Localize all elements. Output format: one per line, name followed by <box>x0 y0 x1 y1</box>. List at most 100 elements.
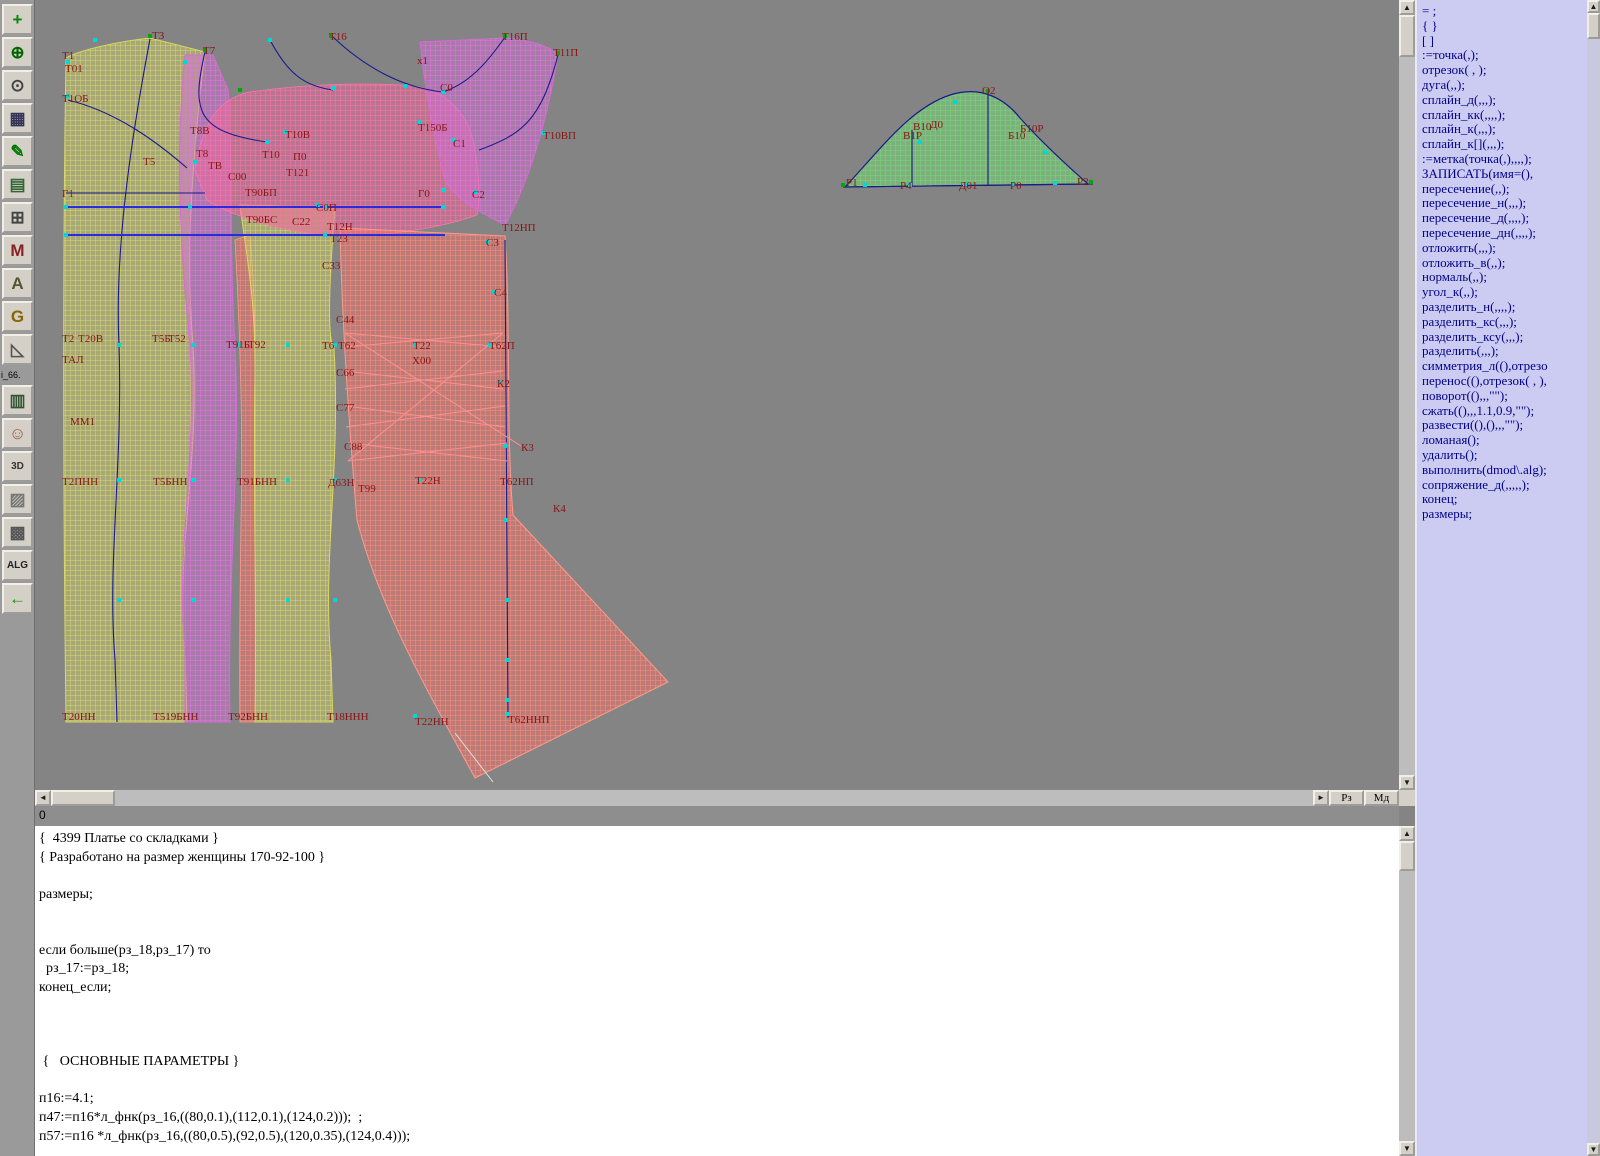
panel-vscroll-thumb[interactable] <box>1587 13 1600 39</box>
rz-mode-button[interactable]: Рз <box>1329 790 1364 806</box>
point-label[interactable]: Т23 <box>330 233 348 245</box>
point-label[interactable]: Т90БП <box>245 187 277 199</box>
point-label[interactable]: Д01 <box>959 180 978 192</box>
point-label[interactable]: Т62 <box>338 340 356 352</box>
command-item[interactable]: :=метка(точка(,),,,,); <box>1422 152 1587 167</box>
point-label[interactable]: К2 <box>497 378 510 390</box>
point-label[interactable]: Р2 <box>1077 176 1089 188</box>
algorithm-editor[interactable]: { 4399 Платье со складками }{ Разработан… <box>35 826 1399 1156</box>
point-label[interactable]: Т8В <box>190 125 210 137</box>
command-item[interactable]: пересечение_д(,,,,); <box>1422 211 1587 226</box>
editor-vscrollbar[interactable]: ▲ ▼ <box>1399 826 1415 1156</box>
point-label[interactable]: Т62НП <box>500 476 534 488</box>
point-label[interactable]: Т12Н <box>327 221 353 233</box>
point-label[interactable]: Т10ВП <box>543 130 576 142</box>
point-label[interactable]: С77 <box>336 402 354 414</box>
point-label[interactable]: Т1ОБ <box>62 93 88 105</box>
point-label[interactable]: Т92БНН <box>228 711 268 723</box>
editor-vscroll-track[interactable] <box>1399 871 1415 1141</box>
point-label[interactable]: Г0 <box>418 188 430 200</box>
command-item[interactable]: развести((),(),,,""); <box>1422 418 1587 433</box>
canvas-hscrollbar[interactable]: ◄ ► Рз Мд <box>35 790 1399 806</box>
pattern-sleeve-cap-piece[interactable] <box>845 92 1088 187</box>
point-label[interactable]: ТВ <box>208 160 222 172</box>
command-item[interactable]: выполнить(dmod\.alg); <box>1422 463 1587 478</box>
point-label[interactable]: Т16П <box>502 31 528 43</box>
command-item[interactable]: ломаная(); <box>1422 433 1587 448</box>
command-item[interactable]: ЗАПИСАТЬ(имя=(), <box>1422 167 1587 182</box>
canvas-hscroll-track[interactable] <box>115 790 1313 806</box>
point-label[interactable]: С3 <box>486 237 499 249</box>
point-label[interactable]: Т90БС <box>246 214 277 226</box>
portrait-icon[interactable]: ☺ <box>2 418 33 449</box>
command-item[interactable]: перенос((),отрезок( , ), <box>1422 374 1587 389</box>
point-label[interactable]: Т12НП <box>502 222 536 234</box>
command-item[interactable]: сжать((),,,1.1,0.9,""); <box>1422 404 1587 419</box>
command-item[interactable]: разделить(,,,); <box>1422 344 1587 359</box>
command-item[interactable]: конец; <box>1422 492 1587 507</box>
command-item[interactable]: разделить_ксу(,,,); <box>1422 330 1587 345</box>
point-label[interactable]: ММ1 <box>70 416 95 428</box>
command-item[interactable]: удалить(); <box>1422 448 1587 463</box>
command-item[interactable]: пересечение(,,); <box>1422 182 1587 197</box>
point-label[interactable]: Т150Б <box>418 122 448 134</box>
point-label[interactable]: Т22 <box>413 340 431 352</box>
panel-vscrollbar[interactable]: ▲ ▼ <box>1587 0 1600 1156</box>
command-item[interactable]: разделить_кс(,,,); <box>1422 315 1587 330</box>
command-item[interactable]: отложить_в(,,); <box>1422 256 1587 271</box>
point-label[interactable]: Т5БНН <box>153 476 187 488</box>
point-label[interactable]: Т20В <box>78 333 103 345</box>
point-label[interactable]: Д0 <box>930 119 943 131</box>
notes-icon[interactable]: ▤ <box>2 169 33 200</box>
pattern-canvas[interactable] <box>35 0 1399 790</box>
editor-vscroll-thumb[interactable] <box>1399 841 1415 871</box>
point-label[interactable]: С66 <box>336 367 354 379</box>
zoom-out-icon[interactable]: ⊙ <box>2 70 33 101</box>
grid-icon[interactable]: ▦ <box>2 103 33 134</box>
point-label[interactable]: Т7 <box>203 45 215 57</box>
command-item[interactable]: дуга(,,); <box>1422 78 1587 93</box>
command-item[interactable]: [ ] <box>1422 34 1587 49</box>
point-label[interactable]: П0 <box>293 151 306 163</box>
point-label[interactable]: О2 <box>982 85 995 97</box>
command-item[interactable]: угол_к(,,); <box>1422 285 1587 300</box>
point-label[interactable]: Т519БНН <box>153 711 198 723</box>
command-item[interactable]: поворот((),,,""); <box>1422 389 1587 404</box>
pattern-skirt-piece[interactable] <box>340 228 668 778</box>
command-item[interactable]: сплайн_к[](,,,); <box>1422 137 1587 152</box>
table-icon[interactable]: ▥ <box>2 385 33 416</box>
point-label[interactable]: Т2 <box>62 333 74 345</box>
point-label[interactable]: Т1 <box>62 50 74 62</box>
point-label[interactable]: Т8 <box>196 148 208 160</box>
point-label[interactable]: В1Р <box>903 130 922 142</box>
point-label[interactable]: С00 <box>228 171 246 183</box>
fabric-dark-icon[interactable]: ▩ <box>2 517 33 548</box>
point-label[interactable]: Т01 <box>65 63 83 75</box>
command-item[interactable]: = ; <box>1422 4 1587 19</box>
fabric-light-icon[interactable]: ▨ <box>2 484 33 515</box>
zoom-in-icon[interactable]: ⊕ <box>2 37 33 68</box>
command-item[interactable]: размеры; <box>1422 507 1587 522</box>
point-label[interactable]: Т2ПНН <box>62 476 98 488</box>
point-label[interactable]: Т62П <box>489 340 515 352</box>
point-label[interactable]: Т91БНН <box>237 476 277 488</box>
point-label[interactable]: Р0 <box>1010 180 1022 192</box>
md-mode-button[interactable]: Мд <box>1364 790 1399 806</box>
mannequin-icon[interactable]: А <box>2 268 33 299</box>
command-item[interactable]: разделить_н(,,,,); <box>1422 300 1587 315</box>
point-label[interactable]: Т10В <box>285 129 310 141</box>
command-item[interactable]: пересечение_н(,,,); <box>1422 196 1587 211</box>
point-label[interactable]: Р4 <box>900 180 912 192</box>
point-label[interactable]: С0 <box>440 82 453 94</box>
point-label[interactable]: К3 <box>521 442 534 454</box>
command-item[interactable]: отрезок( , ); <box>1422 63 1587 78</box>
command-item[interactable]: сплайн_кк(,,,,); <box>1422 108 1587 123</box>
point-label[interactable]: Т20НН <box>62 711 96 723</box>
g-tool-icon[interactable]: G <box>2 301 33 332</box>
point-label[interactable]: Т11П <box>553 47 578 59</box>
point-label[interactable]: Б10 <box>1008 130 1025 142</box>
point-label[interactable]: С2 <box>472 189 485 201</box>
calculator-icon[interactable]: ⊞ <box>2 202 33 233</box>
command-item[interactable]: :=точка(,); <box>1422 48 1587 63</box>
point-label[interactable]: Т10 <box>262 149 280 161</box>
